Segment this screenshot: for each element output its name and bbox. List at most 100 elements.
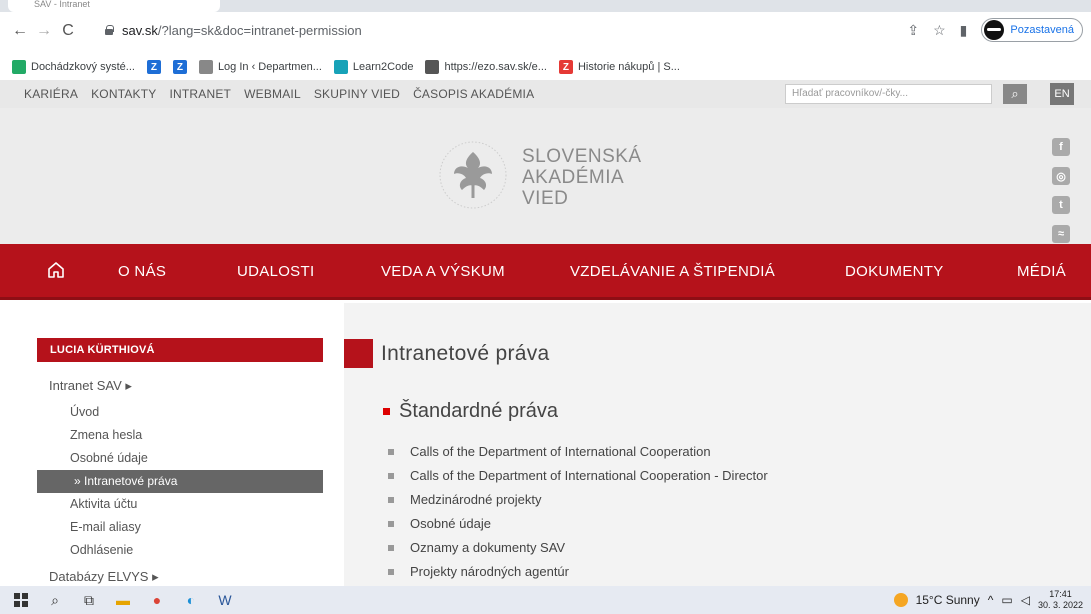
bookmark-favicon-icon: [333, 60, 348, 74]
utility-bar: KARIÉRA KONTAKTY INTRANET WEBMAIL SKUPINY VI…: [0, 80, 1091, 108]
sidepanel-icon[interactable]: ▮: [960, 22, 968, 39]
system-tray: 15°C Sunny ^ ▭ ◁ 17:41 30. 3. 2022: [893, 589, 1083, 611]
bullet-icon: [388, 545, 394, 551]
file-explorer-icon[interactable]: ▬: [114, 591, 132, 609]
twitter-icon[interactable]: t: [1052, 196, 1070, 214]
screen: SAV - Intranet ← → C sav.sk/?lang=sk&doc…: [0, 0, 1091, 614]
bookmark-label: Dochádzkový systé...: [31, 61, 135, 73]
task-view-icon[interactable]: ⧉: [80, 591, 98, 609]
list-item: Medzinárodné projekty: [388, 488, 768, 512]
taskbar: ⌕ ⧉ ▬ ● ◐ W 15°C Sunny ^ ▭ ◁ 17:41 30. 3…: [0, 586, 1091, 614]
sav-emblem-icon[interactable]: [438, 140, 508, 210]
bullet-icon: [388, 473, 394, 479]
clock[interactable]: 17:41 30. 3. 2022: [1038, 589, 1083, 611]
sidebar-item-osobne-udaje[interactable]: Osobné údaje: [37, 447, 323, 470]
list-item: Calls of the Department of International…: [388, 440, 768, 464]
sidebar-group-elvys[interactable]: Databázy ELVYS ▸: [37, 567, 323, 587]
clock-time: 17:41: [1049, 589, 1072, 599]
right-label: Medzinárodné projekty: [410, 492, 542, 507]
avatar: [984, 20, 1005, 40]
instagram-icon[interactable]: ◎: [1052, 167, 1070, 185]
nav-o-nas[interactable]: O NÁS: [118, 263, 166, 280]
utility-links: KARIÉRA KONTAKTY INTRANET WEBMAIL SKUPINY VI…: [24, 87, 534, 101]
sidebar-item-aktivita-uctu[interactable]: Aktivita účtu: [37, 493, 323, 516]
windows-start-icon[interactable]: [12, 591, 30, 609]
bookmark-item[interactable]: Z Historie nákupů | S...: [558, 60, 680, 74]
bookmark-favicon-icon: Z: [146, 60, 161, 74]
network-icon[interactable]: ▭: [1001, 593, 1012, 607]
bullet-icon: [388, 497, 394, 503]
page-title: Intranetové práva: [381, 342, 550, 365]
right-label: Calls of the Department of International…: [410, 444, 711, 459]
search-icon[interactable]: ⌕: [1003, 84, 1027, 104]
sidebar-menu: Úvod Zmena hesla Osobné údaje » Intranet…: [37, 401, 323, 562]
profile-button[interactable]: Pozastavená: [981, 18, 1083, 42]
word-icon[interactable]: W: [216, 591, 234, 609]
list-item: Osobné údaje: [388, 512, 768, 536]
site-logo-text[interactable]: SLOVENSKÁ AKADÉMIA VIED: [522, 146, 642, 209]
sidebar-item-zmena-hesla[interactable]: Zmena hesla: [37, 424, 323, 447]
bookmark-item[interactable]: Z: [172, 60, 187, 74]
bookmark-item[interactable]: Dochádzkový systé...: [12, 60, 135, 74]
logo-line-1: SLOVENSKÁ: [522, 146, 642, 167]
bookmark-favicon-icon: [198, 60, 213, 74]
reload-icon[interactable]: C: [56, 22, 80, 40]
volume-icon[interactable]: ◁: [1021, 593, 1030, 607]
list-item: Projekty národných agentúr: [388, 560, 768, 584]
language-button[interactable]: EN: [1050, 83, 1074, 105]
forward-icon[interactable]: →: [32, 22, 56, 40]
utility-link[interactable]: WEBMAIL: [244, 87, 301, 101]
tab-strip: SAV - Intranet: [0, 0, 1091, 12]
people-search-input[interactable]: Hľadať pracovníkov/-čky...: [785, 84, 992, 104]
bookmark-item[interactable]: Z: [146, 60, 161, 74]
facebook-icon[interactable]: f: [1052, 138, 1070, 156]
sidebar-item-odhlasenie[interactable]: Odhlásenie: [37, 539, 323, 562]
nav-dokumenty[interactable]: DOKUMENTY: [845, 263, 944, 280]
bookmark-label: https://ezo.sav.sk/e...: [444, 61, 547, 73]
bookmark-favicon-icon: Z: [558, 60, 573, 74]
weather-icon: [893, 593, 908, 607]
profile-label: Pozastavená: [1010, 24, 1074, 36]
sidebar-group-intranet[interactable]: Intranet SAV ▸: [37, 376, 323, 396]
sidebar-item-uvod[interactable]: Úvod: [37, 401, 323, 424]
title-marker: [344, 339, 373, 368]
section-bullet-icon: [383, 408, 390, 415]
rss-icon[interactable]: ≈: [1052, 225, 1070, 243]
chevron-up-icon[interactable]: ^: [988, 593, 994, 607]
bookmark-item[interactable]: Log In ‹ Departmen...: [198, 60, 322, 74]
browser-toolbar-right: ⇪ ☆ ▮ Pozastavená: [907, 17, 1083, 43]
utility-link[interactable]: SKUPINY VIED: [314, 87, 400, 101]
section-title: Štandardné práva: [399, 400, 559, 422]
nav-veda-a-vyskum[interactable]: VEDA A VÝSKUM: [381, 263, 505, 280]
utility-link[interactable]: KONTAKTY: [91, 87, 156, 101]
star-icon[interactable]: ☆: [933, 22, 946, 39]
sidebar-item-intranetove-prava[interactable]: » Intranetové práva: [37, 470, 323, 493]
right-label: Oznamy a dokumenty SAV: [410, 540, 566, 555]
search-icon[interactable]: ⌕: [46, 591, 64, 609]
utility-link[interactable]: ČASOPIS AKADÉMIA: [413, 87, 534, 101]
utility-link[interactable]: INTRANET: [169, 87, 231, 101]
edge-icon[interactable]: ◐: [182, 591, 200, 609]
url-input[interactable]: sav.sk/?lang=sk&doc=intranet-permission: [104, 17, 894, 43]
nav-vzdelavanie[interactable]: VZDELÁVANIE A ŠTIPENDIÁ: [570, 263, 775, 280]
bookmark-label: Learn2Code: [352, 61, 414, 73]
logo-line-2: AKADÉMIA: [522, 167, 625, 188]
bookmark-item[interactable]: https://ezo.sav.sk/e...: [425, 60, 547, 74]
logo-line-3: VIED: [522, 188, 569, 209]
weather-text[interactable]: 15°C Sunny: [916, 593, 980, 607]
back-icon[interactable]: ←: [8, 22, 32, 40]
bookmark-item[interactable]: Learn2Code: [333, 60, 414, 74]
sidebar-user-name: LUCIA KÜRTHIOVÁ: [37, 338, 323, 362]
clock-date: 30. 3. 2022: [1037, 600, 1083, 610]
social-links: f ◎ t ≈: [1052, 138, 1070, 243]
share-icon[interactable]: ⇪: [907, 22, 919, 39]
nav-media[interactable]: MÉDIÁ: [1017, 263, 1066, 280]
nav-udalosti[interactable]: UDALOSTI: [237, 263, 314, 280]
sidebar-item-email-aliasy[interactable]: E-mail aliasy: [37, 516, 323, 539]
bookmark-label: Historie nákupů | S...: [577, 61, 680, 73]
utility-link[interactable]: KARIÉRA: [24, 87, 78, 101]
browser-tab[interactable]: SAV - Intranet: [8, 0, 220, 12]
home-icon[interactable]: [46, 260, 66, 280]
chrome-icon[interactable]: ●: [148, 591, 166, 609]
right-label: Osobné údaje: [410, 516, 491, 531]
